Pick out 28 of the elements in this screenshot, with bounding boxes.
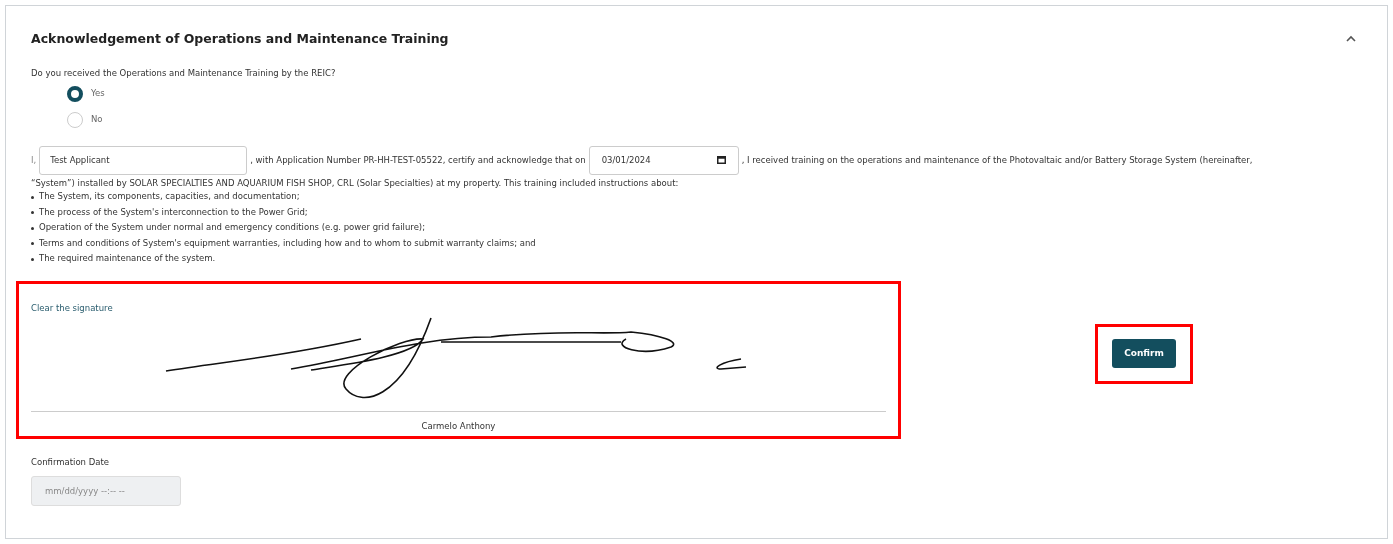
signer-name: Carmelo Anthony xyxy=(421,420,496,431)
statement-text: “System”) installed by SOLAR SPECIALTIES AND AQUARIUM FISH SHOP, CRL (Solar Specialties) at my property. This training included instructions about: xyxy=(31,176,680,190)
radio-button[interactable] xyxy=(67,85,83,102)
section-title: Acknowledgement of Operations and Maintenance Training xyxy=(31,30,449,48)
bullet-icon xyxy=(31,257,34,261)
statement-text: , I received training on the operations and maintenance of the Photovaltaic and/or Battery Storage System (hereinafter, xyxy=(741,153,1253,167)
field-label: Confirmation Date xyxy=(31,455,110,469)
radio-label: Yes xyxy=(91,87,105,100)
list-item: The process of the System's interconnection to the Power Grid; xyxy=(39,205,308,219)
statement-text: , with Application Number PR-HH-TEST-05522, certify and acknowledge that on xyxy=(250,153,586,167)
collapse-button[interactable] xyxy=(1345,35,1357,44)
list-item: Operation of the System under normal and emergency conditions (e.g. power grid failure); xyxy=(39,221,426,235)
statement-text: I, xyxy=(31,153,37,167)
bullet-icon xyxy=(31,211,34,214)
name-field[interactable]: Test Applicant xyxy=(39,145,248,175)
list-item: The required maintenance of the system. xyxy=(39,252,216,266)
bullet-icon xyxy=(31,195,34,199)
chevron-icon xyxy=(1345,35,1357,44)
clear-signature-link[interactable]: Clear the signature xyxy=(31,301,113,315)
bullet-icon xyxy=(31,226,34,230)
list-item: The System, its components, capacities, and documentation; xyxy=(39,190,300,204)
list-item: Terms and conditions of System's equipment warranties, including how and to whom to submit warranty claims; and xyxy=(39,236,536,250)
radio-label: No xyxy=(91,113,103,126)
calendar-icon xyxy=(716,156,726,164)
bullet-icon xyxy=(31,242,34,245)
confirm-button[interactable]: Confirm xyxy=(1112,339,1176,369)
question-label: Do you received the Operations and Maintenance Training by the REIC? xyxy=(31,66,337,80)
date-field[interactable]: 03/01/2024 xyxy=(588,145,739,175)
